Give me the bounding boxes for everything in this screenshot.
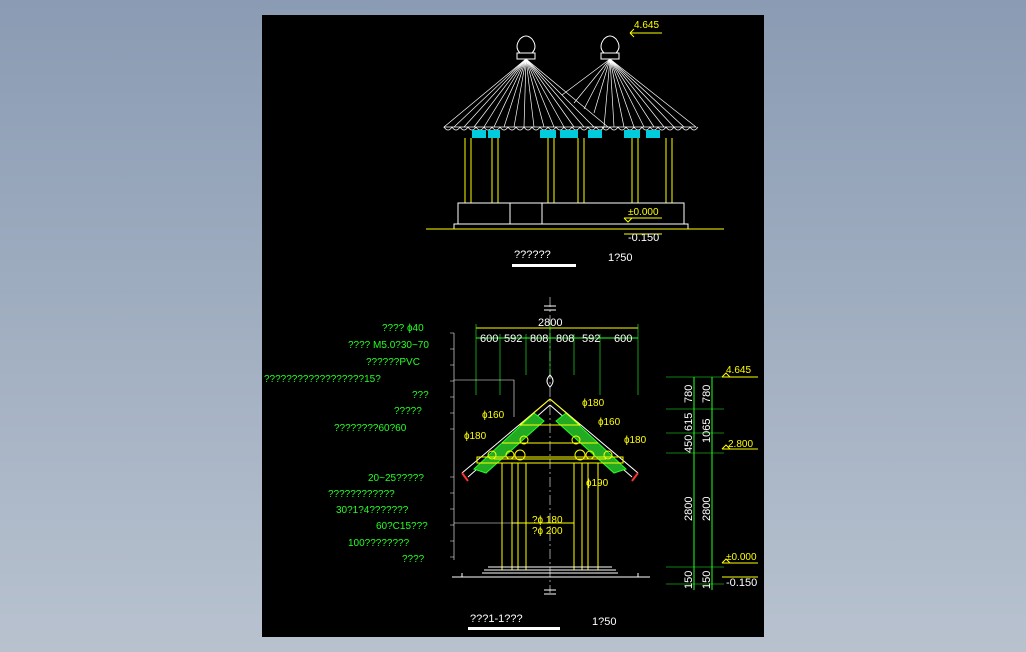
- elevation-columns: [464, 138, 673, 203]
- cad-drawing: 4.645 ±0.000 -0.150 ?????? 1?50 2800 600…: [264, 20, 758, 630]
- dim-outer-780: 780: [701, 385, 713, 403]
- elevation-base-level: -0.150: [628, 232, 659, 244]
- dim-inner-780: 780: [683, 385, 695, 403]
- section-scale: 1?50: [592, 616, 616, 628]
- label-column-200: ?ɸ 200: [532, 526, 563, 537]
- label-member-180-right: ɸ180: [624, 435, 647, 446]
- elevation-view: 4.645 ±0.000 -0.150 ?????? 1?50: [426, 20, 724, 267]
- dim-inner-450: 450: [683, 435, 695, 453]
- section-title: ???1-1???: [470, 613, 523, 625]
- elevation-roof-right: [561, 58, 699, 131]
- section-dim-592-right: 592: [582, 333, 600, 345]
- note-base-6: ????: [402, 554, 425, 565]
- section-dim-2800: 2800: [538, 317, 562, 329]
- level-0000: ±0.000: [726, 552, 757, 563]
- dim-inner-2800: 2800: [683, 497, 695, 521]
- label-member-180-left: ɸ180: [464, 431, 487, 442]
- level-minus-0150: -0.150: [726, 577, 757, 589]
- elevation-ground-level: ±0.000: [628, 207, 659, 218]
- section-notes: ???? ɸ40 ???? M5.0?30~70 ??????PVC ?????…: [264, 323, 518, 565]
- section-view: 2800 600 592 808 808 592 600 ɸ160 ɸ180 ɸ…: [264, 297, 758, 630]
- section-levels: 4.645 2.800 ±0.000 -0.150: [721, 365, 758, 589]
- section-base: [452, 566, 650, 578]
- dim-inner-615: 615: [683, 413, 695, 431]
- section-dim-600-right: 600: [614, 333, 632, 345]
- note-base-2: ????????????: [328, 489, 395, 500]
- section-dim-808-left: 808: [530, 333, 548, 345]
- level-4645: 4.645: [726, 365, 751, 376]
- elevation-top-level: 4.645: [634, 20, 659, 31]
- elevation-title: ??????: [514, 249, 551, 261]
- section-dim-600-left: 600: [480, 333, 498, 345]
- dim-inner-150: 150: [683, 571, 695, 589]
- drawing-sheet: 4.645 ±0.000 -0.150 ?????? 1?50 2800 600…: [262, 15, 764, 637]
- section-right-dims: 780 615 450 2800 150 780 1065 2800 150: [666, 376, 724, 590]
- dim-outer-1065: 1065: [701, 419, 713, 443]
- note-material-1: ???? ɸ40: [382, 323, 424, 334]
- note-base-1: 20~25?????: [368, 473, 424, 484]
- elevation-scale: 1?50: [608, 252, 632, 264]
- section-dim-592-left: 592: [504, 333, 522, 345]
- elevation-roof-left: [443, 58, 609, 131]
- label-member-160-left: ɸ160: [482, 410, 505, 421]
- note-material-3: ??????PVC: [366, 357, 420, 368]
- note-material-4: ??????????????????15?: [264, 374, 381, 385]
- note-base-3: 30?1?4???????: [336, 505, 409, 516]
- section-top-dims: 2800 600 592 808 808 592 600: [475, 317, 639, 395]
- label-member-190: ɸ190: [586, 478, 609, 489]
- note-base-5: 100????????: [348, 538, 410, 549]
- dim-outer-2800: 2800: [701, 497, 713, 521]
- note-material-7: ????????60?60: [334, 423, 407, 434]
- level-2800: 2.800: [728, 439, 753, 450]
- label-column-180: ?ɸ 180: [532, 515, 563, 526]
- section-dim-808-right: 808: [556, 333, 574, 345]
- label-member-160-right: ɸ160: [598, 417, 621, 428]
- note-material-6: ?????: [394, 406, 422, 417]
- elevation-brackets: [472, 130, 660, 138]
- label-member-180-top: ɸ180: [582, 398, 605, 409]
- dim-outer-150: 150: [701, 571, 713, 589]
- note-material-5: ???: [412, 390, 429, 401]
- note-material-2: ???? M5.0?30~70: [348, 340, 429, 351]
- note-base-4: 60?C15???: [376, 521, 428, 532]
